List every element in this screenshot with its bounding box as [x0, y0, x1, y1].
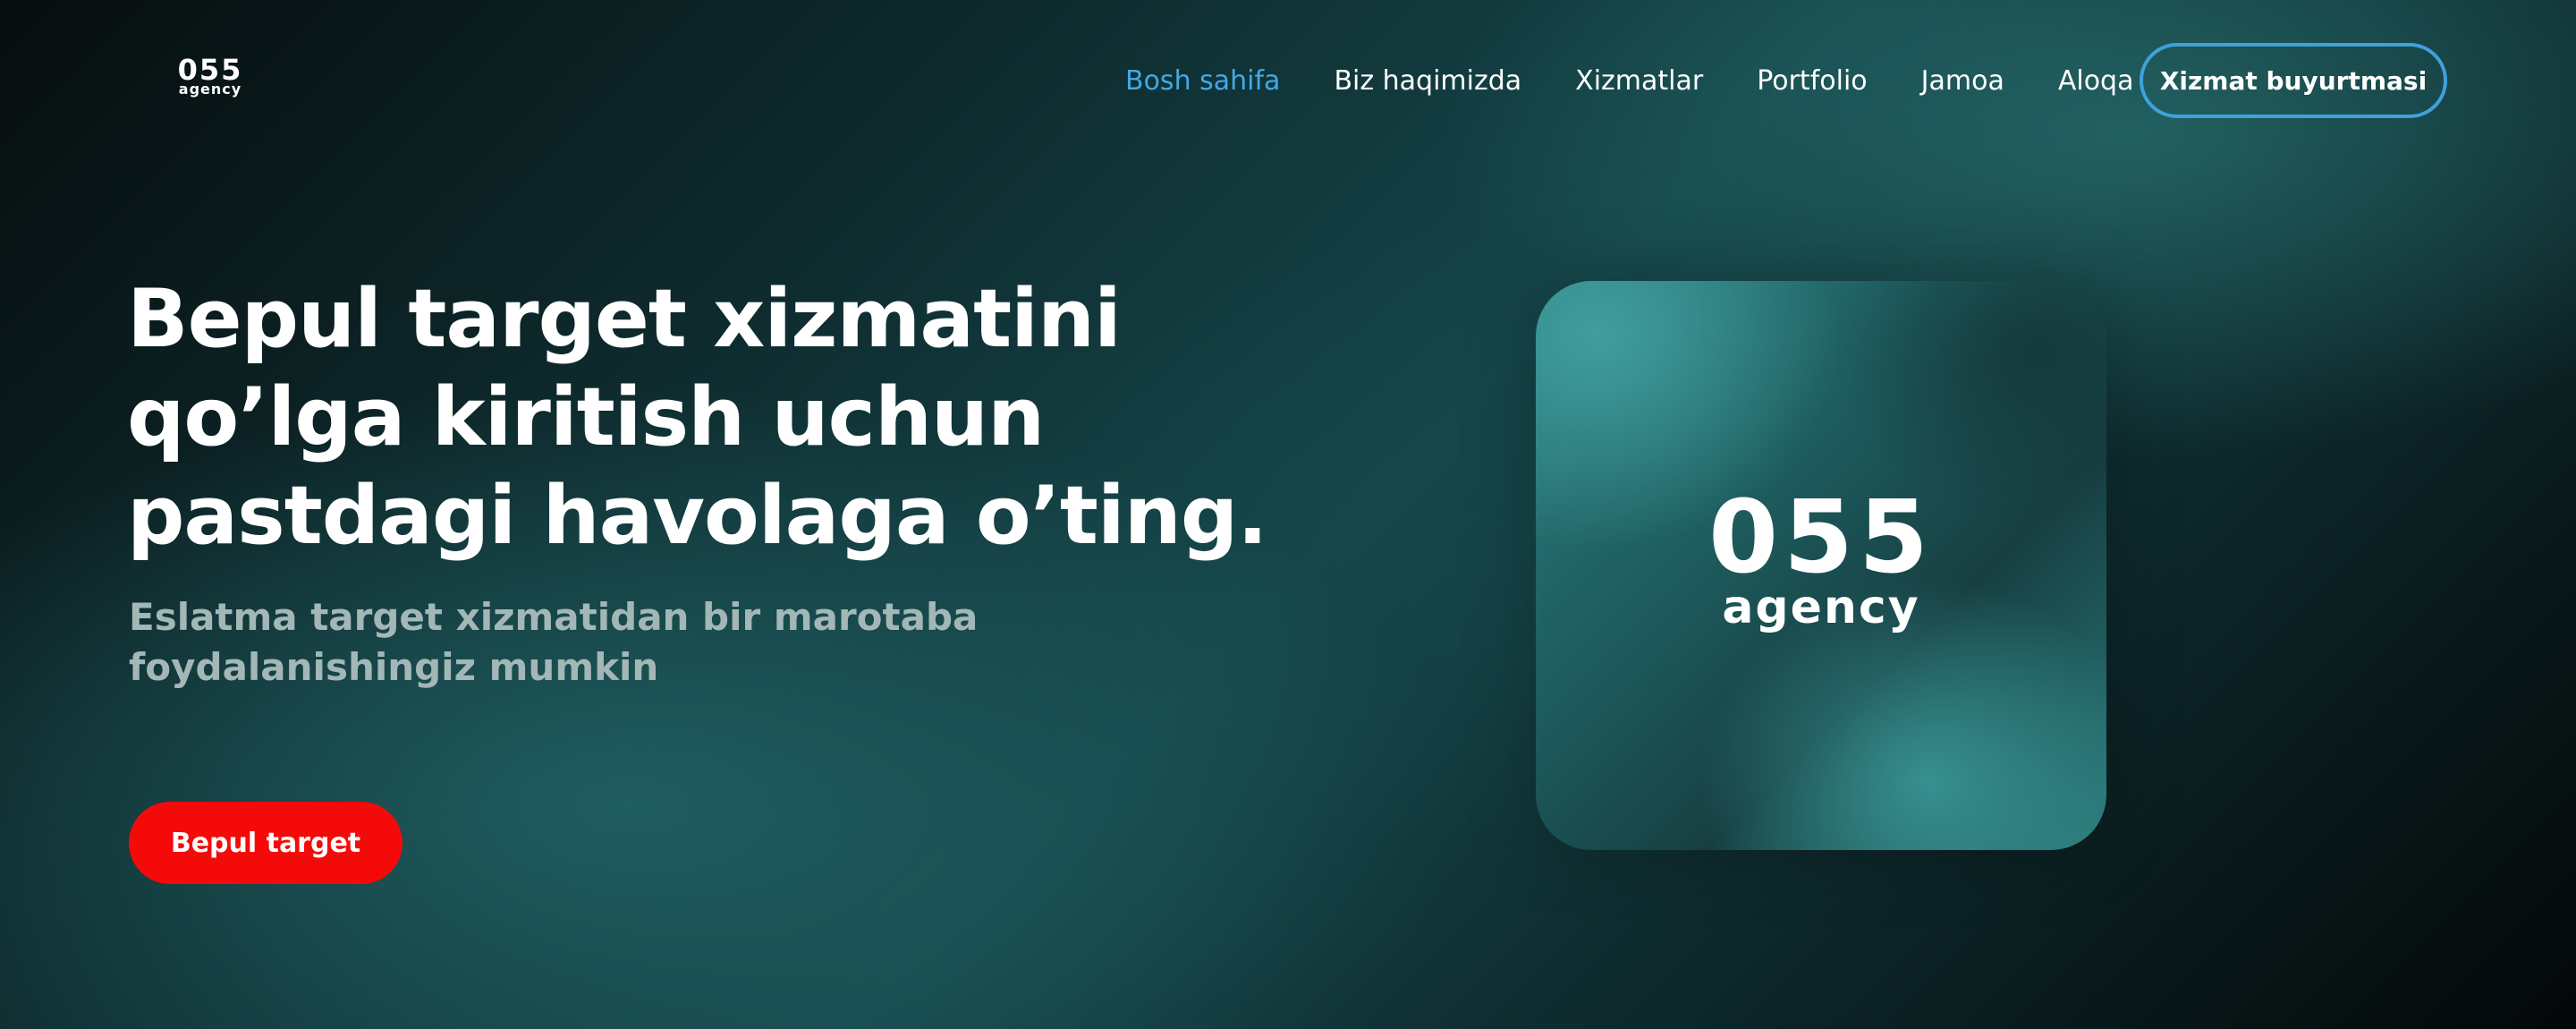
nav-item-portfolio[interactable]: Portfolio — [1757, 65, 1867, 97]
hero-title-line: pastdagi havolaga o’ting. — [127, 469, 1267, 563]
hero-title: Bepul target xizmatini qo’lga kiritish u… — [127, 270, 1379, 566]
hero-title-line: qo’lga kiritish uchun — [127, 370, 1045, 464]
main-nav: Bosh sahifa Biz haqimizda Xizmatlar Port… — [1125, 61, 2133, 100]
free-target-button[interactable]: Bepul target — [129, 802, 402, 884]
nav-item-aloqa[interactable]: Aloqa — [2058, 65, 2134, 97]
nav-item-biz-haqimizda[interactable]: Biz haqimizda — [1334, 65, 1521, 97]
hero-subtitle: Eslatma target xizmatidan bir marotaba f… — [129, 595, 979, 689]
landing-page: 055 agency Bosh sahifa Biz haqimizda Xiz… — [0, 0, 2576, 1029]
nav-item-bosh-sahifa[interactable]: Bosh sahifa — [1125, 65, 1280, 97]
logo-word: agency — [178, 81, 242, 98]
card-logo: 055 agency — [1536, 281, 2106, 850]
card-logo-word: agency — [1722, 581, 1920, 634]
agency-logo-card: 055 agency — [1536, 281, 2106, 850]
hero-title-line: Bepul target xizmatini — [127, 272, 1122, 366]
brand-logo[interactable]: 055 agency — [174, 55, 247, 97]
card-logo-number: 055 — [1708, 480, 1934, 596]
nav-item-jamoa[interactable]: Jamoa — [1921, 65, 2004, 97]
nav-item-xizmatlar[interactable]: Xizmatlar — [1575, 65, 1703, 97]
order-service-button[interactable]: Xizmat buyurtmasi — [2140, 43, 2447, 118]
